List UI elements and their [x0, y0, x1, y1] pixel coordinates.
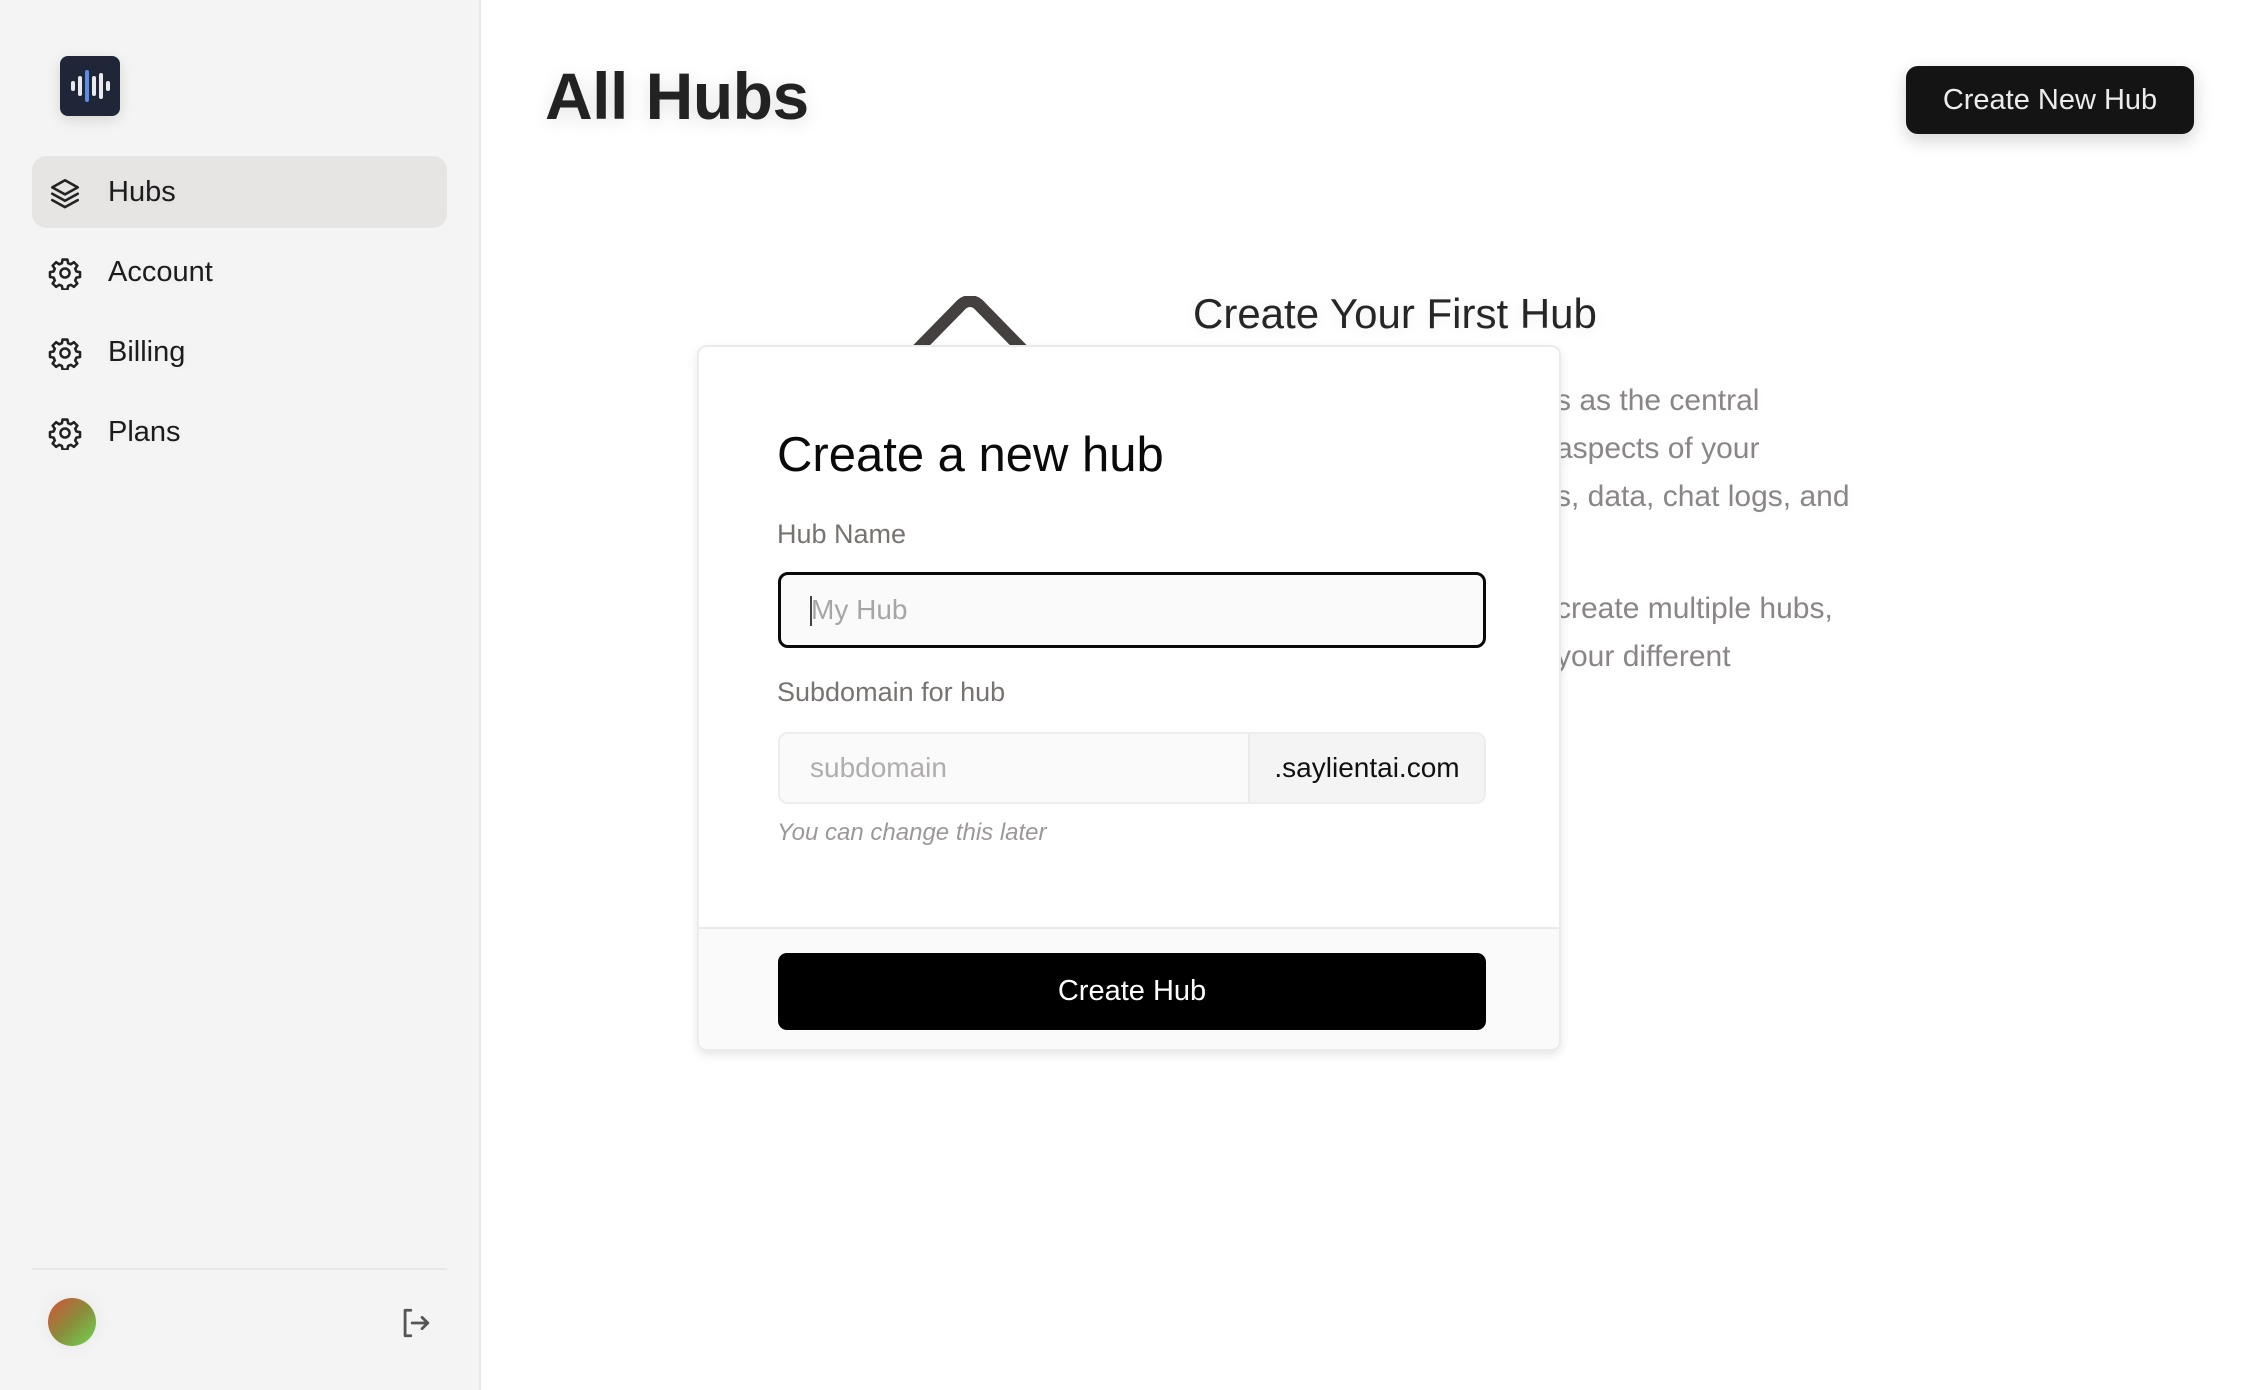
sidebar-divider	[32, 1268, 447, 1270]
sidebar-item-hubs[interactable]: Hubs	[32, 156, 447, 228]
empty-state-text: s as the central	[1556, 384, 1760, 417]
layers-icon	[48, 176, 82, 210]
create-new-hub-button[interactable]: Create New Hub	[1906, 66, 2194, 134]
sidebar: Hubs Account Billing Plans	[0, 0, 481, 1390]
create-hub-modal: Create a new hub Hub Name Subdomain for …	[697, 345, 1561, 1051]
empty-state-text: aspects of your	[1556, 432, 1760, 465]
gear-icon	[48, 256, 82, 290]
app-logo[interactable]	[60, 56, 120, 116]
subdomain-input[interactable]	[780, 734, 1248, 802]
sign-out-icon	[403, 1308, 430, 1338]
page-title: All Hubs	[545, 59, 809, 133]
empty-state-text: your different	[1556, 640, 1731, 673]
subdomain-label: Subdomain for hub	[777, 677, 1006, 707]
user-avatar[interactable]	[48, 1298, 96, 1346]
gear-icon	[48, 416, 82, 450]
sidebar-item-account[interactable]: Account	[32, 236, 447, 308]
subdomain-helper-text: You can change this later	[777, 819, 1047, 846]
empty-state-title: Create Your First Hub	[1193, 290, 1597, 337]
modal-footer: Create Hub	[699, 927, 1559, 1049]
empty-state-text: s, data, chat logs, and	[1556, 480, 1850, 513]
hub-name-input[interactable]	[778, 572, 1486, 648]
sidebar-item-label: Billing	[108, 335, 186, 368]
sidebar-item-label: Hubs	[108, 175, 176, 208]
subdomain-suffix: .saylientai.com	[1248, 734, 1484, 802]
gear-icon	[48, 336, 82, 370]
text-caret	[810, 596, 812, 626]
sign-out-button[interactable]	[394, 1302, 436, 1344]
empty-state-text: create multiple hubs,	[1556, 592, 1833, 625]
sidebar-item-label: Plans	[108, 415, 181, 448]
modal-title: Create a new hub	[777, 428, 1164, 482]
sidebar-item-billing[interactable]: Billing	[32, 316, 447, 388]
sidebar-item-label: Account	[108, 255, 213, 288]
create-hub-button[interactable]: Create Hub	[778, 953, 1486, 1030]
hub-name-label: Hub Name	[777, 519, 907, 549]
subdomain-field: .saylientai.com	[778, 732, 1486, 804]
sidebar-item-plans[interactable]: Plans	[32, 396, 447, 468]
audio-waveform-icon	[71, 70, 110, 102]
